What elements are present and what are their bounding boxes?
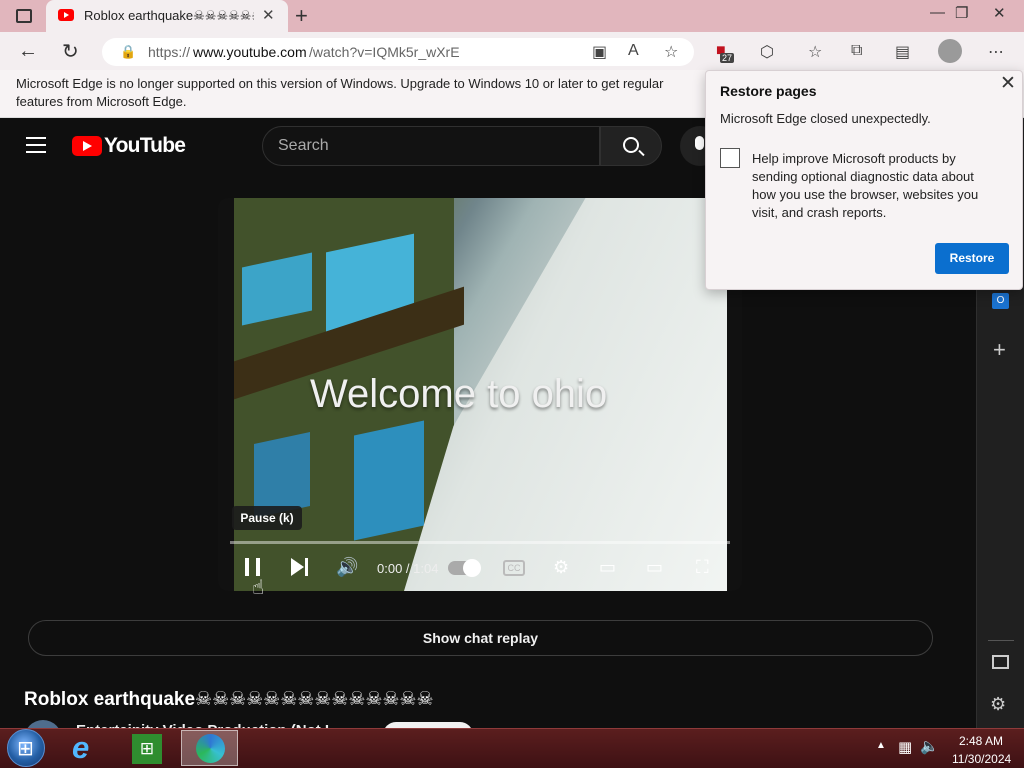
url-path: /watch?v=IQMk5r_wXrE (309, 44, 460, 60)
fullscreen-icon[interactable]: ⛶ (696, 557, 709, 578)
pause-button[interactable] (245, 558, 260, 576)
add-sidebar-app-icon[interactable]: + (993, 337, 1006, 363)
autoplay-toggle[interactable] (448, 559, 481, 577)
back-icon[interactable]: ← (18, 40, 38, 63)
minimize-icon[interactable]: — (930, 4, 945, 21)
profile-avatar[interactable] (938, 39, 962, 63)
settings-gear-icon[interactable]: ⚙ (553, 557, 569, 578)
microsoft-store-icon[interactable]: ⊞ (132, 734, 162, 764)
youtube-tab-icon (58, 9, 74, 21)
autoplay-knob (463, 559, 481, 577)
search-input[interactable]: Search (262, 126, 600, 166)
window-close-icon[interactable]: ✕ (993, 4, 1006, 22)
restore-window-icon[interactable]: ❐ (955, 4, 968, 22)
more-menu-icon[interactable]: ⋯ (988, 42, 1004, 62)
hide-sidebar-icon[interactable] (992, 655, 1009, 669)
search-icon (623, 137, 639, 153)
edge-icon (196, 734, 225, 763)
next-video-button[interactable] (291, 558, 309, 576)
restore-message: Microsoft Edge closed unexpectedly. (720, 111, 931, 126)
video-window-bottom-right (354, 420, 424, 541)
edge-taskbar-button[interactable] (181, 730, 238, 766)
diagnostic-data-checkbox[interactable] (720, 148, 740, 168)
youtube-logo-icon[interactable] (72, 136, 102, 156)
restore-button[interactable]: Restore (935, 243, 1009, 274)
sidebar-divider (988, 640, 1014, 641)
favorites-icon[interactable]: ☆ (808, 42, 822, 62)
miniplayer-icon[interactable]: ▭ (599, 557, 616, 578)
volume-muted-icon[interactable]: 🔈 (920, 737, 939, 755)
screen: Roblox earthquake☠☠☠☠☠☠ ✕ + — ❐ ✕ ← ↻ 🔒 … (0, 0, 1024, 768)
captions-button[interactable]: CC (503, 560, 525, 576)
restore-popup-close-icon[interactable]: ✕ (1000, 72, 1016, 95)
unsupported-windows-message: Microsoft Edge is no longer supported on… (16, 76, 664, 109)
internet-explorer-icon[interactable]: e (72, 732, 104, 763)
microphone-icon (695, 136, 704, 150)
tab-actions-icon[interactable] (16, 9, 32, 23)
show-hidden-icons-icon[interactable]: ▲ (876, 740, 886, 751)
read-aloud-icon[interactable]: A (628, 42, 639, 60)
restore-pages-title: Restore pages (720, 83, 817, 99)
extension-badge: 27 (720, 53, 735, 63)
taskbar-time[interactable]: 2:48 AM (959, 734, 1003, 748)
browser-essentials-icon[interactable]: ▤ (895, 42, 910, 62)
video-time: 0:00 / 1:04 (377, 561, 439, 576)
volume-icon[interactable]: 🔊 (336, 557, 358, 578)
add-favorite-icon[interactable]: ☆ (664, 42, 678, 62)
video-progress-bar[interactable] (230, 541, 730, 544)
taskbar-date[interactable]: 11/30/2024 (952, 752, 1011, 766)
outlook-icon[interactable]: O (992, 293, 1009, 309)
network-icon[interactable]: ▦ (898, 738, 912, 756)
pause-tooltip: Pause (k) (232, 506, 302, 530)
lock-icon[interactable]: 🔒 (120, 44, 136, 60)
refresh-icon[interactable]: ↻ (62, 39, 79, 64)
menu-icon[interactable] (26, 137, 46, 153)
mouse-cursor-icon: ☝ (252, 577, 265, 599)
tab-close-icon[interactable]: ✕ (262, 6, 275, 24)
url-prefix: https:// (148, 44, 191, 60)
collections-icon[interactable]: ⧉ (851, 42, 862, 60)
diagnostic-data-label: Help improve Microsoft products by sendi… (752, 151, 979, 220)
video-title: Roblox earthquake☠☠☠☠☠☠☠☠☠☠☠☠☠☠ (24, 689, 434, 710)
windows-start-icon[interactable] (7, 729, 45, 767)
search-button[interactable] (600, 126, 662, 166)
theater-mode-icon[interactable]: ▭ (646, 557, 663, 578)
extensions-icon[interactable]: ⬡ (760, 42, 774, 62)
app-available-icon[interactable]: ▣ (592, 42, 607, 62)
tab-title: Roblox earthquake☠☠☠☠☠☠ (84, 8, 254, 23)
new-tab-icon[interactable]: + (295, 3, 308, 29)
video-caption-text: Welcome to ohio (310, 372, 608, 416)
sidebar-settings-icon[interactable]: ⚙ (990, 694, 1006, 715)
url-domain: www.youtube.com (193, 44, 307, 60)
youtube-logo-text[interactable]: YouTube (104, 134, 186, 158)
show-chat-replay-button[interactable]: Show chat replay (28, 620, 933, 656)
